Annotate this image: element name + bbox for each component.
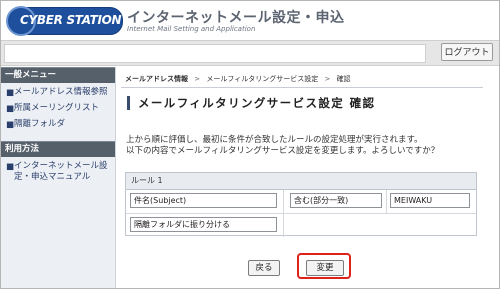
rule-action-value: 隔離フォルダに振り分ける — [130, 217, 277, 232]
cell-divider — [386, 190, 387, 213]
rule-heading: ルール 1 — [126, 173, 476, 190]
rule-table: ルール 1 件名(Subject) 含む(部分一致) MEIWAKU 隔離フォル… — [125, 172, 477, 237]
sidebar-item-label: インターネットメール設定・申込マニュアル — [14, 161, 108, 182]
sidebar-item-label: 隔離フォルダ — [14, 119, 66, 129]
change-button[interactable]: 変更 — [306, 260, 344, 276]
sidebar-item-label: メールアドレス情報参照 — [14, 87, 108, 97]
logout-button[interactable]: ログアウト — [441, 43, 493, 61]
breadcrumb-separator: > — [194, 75, 201, 83]
sidebar-general-menu-list: ■ メールアドレス情報参照 ■ 所属メーリングリスト ■ 隔離フォルダ — [1, 83, 115, 141]
top-bar-panel — [4, 44, 426, 63]
cell-divider — [283, 190, 284, 213]
bullet-icon: ■ — [6, 162, 15, 172]
sidebar-item-label: 所属メーリングリスト — [14, 103, 100, 113]
rule-match-value: MEIWAKU — [390, 193, 470, 208]
breadcrumb-item-confirm: 確認 — [336, 75, 351, 83]
breadcrumb-divider — [121, 87, 483, 88]
description-line: 以下の内容でメールフィルタリングサービス設定を変更します。よろしいですか？ — [126, 146, 440, 156]
sidebar-usage-list: ■ インターネットメール設定・申込マニュアル — [1, 157, 115, 194]
breadcrumb-item-mail-address-info[interactable]: メールアドレス情報 — [125, 75, 188, 83]
app-window: CYBER STATION インターネットメール設定・申込 Internet M… — [0, 0, 500, 289]
sidebar: 一般メニュー ■ メールアドレス情報参照 ■ 所属メーリングリスト ■ 隔離フォ… — [1, 67, 116, 288]
sidebar-heading-usage: 利用方法 — [1, 141, 115, 157]
rule-field-value: 件名(Subject) — [130, 193, 277, 208]
sidebar-item-mail-address-info[interactable]: ■ メールアドレス情報参照 — [1, 87, 113, 98]
bullet-icon: ■ — [6, 88, 15, 98]
back-button[interactable]: 戻る — [248, 260, 280, 276]
cyber-station-logo: CYBER STATION — [6, 6, 123, 36]
breadcrumb-separator: > — [324, 75, 331, 83]
bullet-icon: ■ — [6, 104, 15, 114]
logo-text: CYBER STATION — [20, 13, 122, 27]
breadcrumb: メールアドレス情報 > メールフィルタリングサービス設定 > 確認 — [125, 74, 351, 84]
main-content: メールアドレス情報 > メールフィルタリングサービス設定 > 確認 メールフィル… — [117, 67, 499, 288]
app-title: インターネットメール設定・申込 — [127, 10, 345, 26]
sidebar-item-mailing-lists[interactable]: ■ 所属メーリングリスト — [1, 103, 113, 114]
app-subtitle: Internet Mail Setting and Application — [127, 25, 256, 33]
bullet-icon: ■ — [6, 120, 15, 130]
header: CYBER STATION インターネットメール設定・申込 Internet M… — [1, 1, 499, 38]
cell-divider — [283, 214, 284, 237]
sidebar-item-manual[interactable]: ■ インターネットメール設定・申込マニュアル — [1, 161, 113, 183]
page-title: メールフィルタリングサービス設定 確認 — [127, 96, 375, 110]
sidebar-item-quarantine-folder[interactable]: ■ 隔離フォルダ — [1, 119, 113, 130]
description: 上から順に評価し、最初に条件が合致したルールの設定処理が実行されます。 以下の内… — [126, 135, 486, 157]
rule-condition-row: 件名(Subject) 含む(部分一致) MEIWAKU — [126, 190, 476, 214]
breadcrumb-item-filtering-settings[interactable]: メールフィルタリングサービス設定 — [206, 75, 318, 83]
sidebar-heading-general-menu: 一般メニュー — [1, 67, 115, 83]
rule-condition-value: 含む(部分一致) — [290, 193, 382, 208]
rule-action-row: 隔離フォルダに振り分ける — [126, 214, 476, 237]
top-bar: ログアウト — [1, 40, 499, 66]
description-line: 上から順に評価し、最初に条件が合致したルールの設定処理が実行されます。 — [126, 135, 423, 145]
